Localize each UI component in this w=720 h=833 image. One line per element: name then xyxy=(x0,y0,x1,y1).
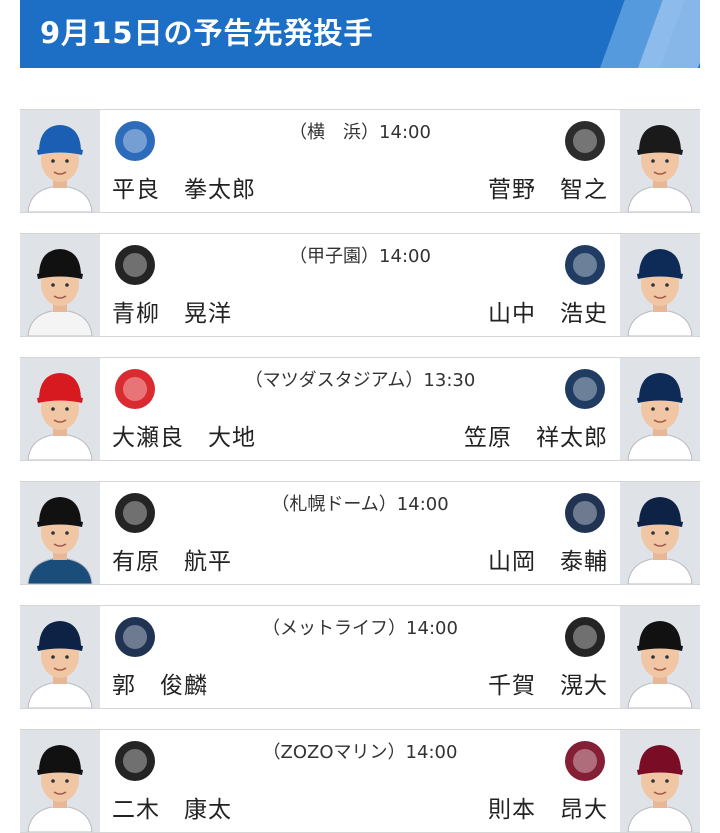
away-pitcher-name[interactable]: 山岡 泰輔 xyxy=(488,542,608,576)
home-team-logo xyxy=(112,118,158,164)
home-pitcher-photo xyxy=(20,730,100,832)
game-card[interactable]: （横 浜）14:00 平良 拳太郎 菅野 智之 xyxy=(20,109,700,213)
game-card[interactable]: （甲子園）14:00 青柳 晃洋 山中 浩史 xyxy=(20,233,700,337)
home-pitcher-name[interactable]: 大瀬良 大地 xyxy=(112,418,256,452)
home-pitcher-name[interactable]: 平良 拳太郎 xyxy=(112,170,256,204)
game-card[interactable]: （ZOZOマリン）14:00 二木 康太 則本 昂大 xyxy=(20,729,700,833)
away-pitcher-name[interactable]: 千賀 滉大 xyxy=(488,666,608,700)
away-pitcher-name[interactable]: 則本 昂大 xyxy=(488,790,608,824)
away-pitcher-photo xyxy=(620,482,700,584)
home-team-logo xyxy=(112,490,158,536)
home-team-logo xyxy=(112,614,158,660)
venue-time: （ZOZOマリン）14:00 xyxy=(262,742,458,763)
away-team-logo xyxy=(562,242,608,288)
home-pitcher-name[interactable]: 二木 康太 xyxy=(112,790,232,824)
venue-time: （横 浜）14:00 xyxy=(289,122,431,143)
game-card[interactable]: （メットライフ）14:00 郭 俊麟 千賀 滉大 xyxy=(20,605,700,709)
home-pitcher-photo xyxy=(20,606,100,708)
home-team-logo xyxy=(112,738,158,784)
home-pitcher-name[interactable]: 青柳 晃洋 xyxy=(112,294,232,328)
away-team-logo xyxy=(562,614,608,660)
venue-time: （メットライフ）14:00 xyxy=(262,618,458,639)
home-pitcher-name[interactable]: 郭 俊麟 xyxy=(112,666,208,700)
home-team-logo xyxy=(112,242,158,288)
home-pitcher-photo xyxy=(20,234,100,336)
venue-time: （マツダスタジアム）13:30 xyxy=(244,370,476,391)
away-team-logo xyxy=(562,118,608,164)
home-pitcher-photo xyxy=(20,482,100,584)
away-pitcher-name[interactable]: 笠原 祥太郎 xyxy=(464,418,608,452)
away-team-logo xyxy=(562,490,608,536)
away-pitcher-photo xyxy=(620,730,700,832)
page-title: 9月15日の予告先発投手 xyxy=(40,16,374,50)
home-pitcher-name[interactable]: 有原 航平 xyxy=(112,542,232,576)
game-card[interactable]: （札幌ドーム）14:00 有原 航平 山岡 泰輔 xyxy=(20,481,700,585)
venue-time: （甲子園）14:00 xyxy=(289,246,431,267)
home-pitcher-photo xyxy=(20,358,100,460)
away-team-logo xyxy=(562,738,608,784)
home-team-logo xyxy=(112,366,158,412)
page-header: 9月15日の予告先発投手 xyxy=(20,0,700,68)
venue-time: （札幌ドーム）14:00 xyxy=(271,494,449,515)
away-pitcher-photo xyxy=(620,110,700,212)
away-pitcher-name[interactable]: 山中 浩史 xyxy=(488,294,608,328)
home-pitcher-photo xyxy=(20,110,100,212)
away-pitcher-photo xyxy=(620,234,700,336)
away-pitcher-name[interactable]: 菅野 智之 xyxy=(488,170,608,204)
away-pitcher-photo xyxy=(620,606,700,708)
away-team-logo xyxy=(562,366,608,412)
game-card[interactable]: （マツダスタジアム）13:30 大瀬良 大地 笠原 祥太郎 xyxy=(20,357,700,461)
away-pitcher-photo xyxy=(620,358,700,460)
